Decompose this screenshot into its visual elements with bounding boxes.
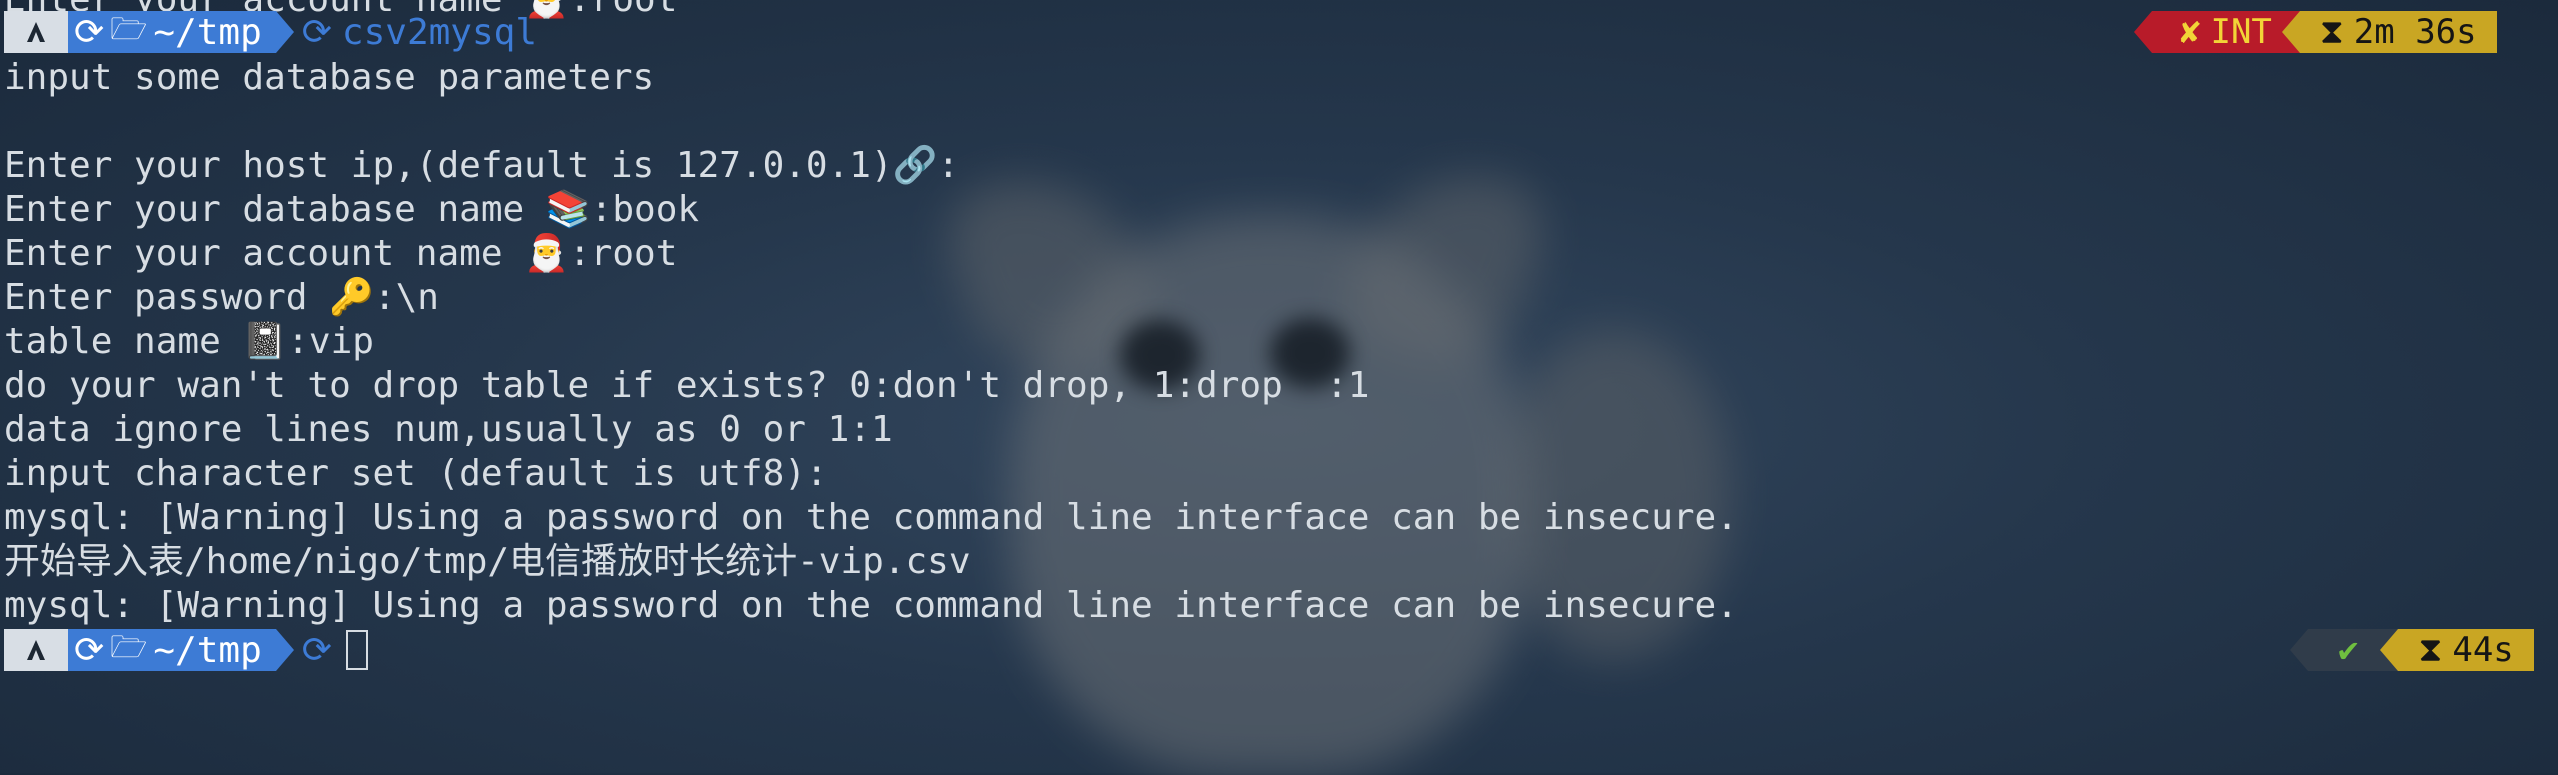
refresh-icon: ⟳ bbox=[74, 11, 105, 53]
error-cross-icon: ✘ bbox=[2180, 12, 2201, 52]
output-line: input character set (default is utf8): bbox=[4, 453, 828, 494]
output-line: Enter your database name 📚:book bbox=[4, 189, 700, 230]
prompt-line-2[interactable]: ⟳ 🗁 ~/tmp ⟳ bbox=[4, 629, 368, 671]
arch-icon bbox=[4, 11, 68, 53]
prompt-command: csv2mysql bbox=[341, 11, 537, 53]
prompt-git-segment: ⟳ bbox=[294, 630, 342, 671]
hourglass-icon: ⧗ bbox=[2418, 630, 2443, 670]
prompt-separator bbox=[2134, 11, 2152, 53]
elapsed-segment: ⧗ 2m 36s bbox=[2299, 11, 2497, 53]
elapsed-segment: ⧗ 44s bbox=[2398, 629, 2534, 671]
refresh-icon: ⟳ bbox=[74, 629, 105, 671]
arch-icon bbox=[4, 629, 68, 671]
sync-icon: ⟳ bbox=[301, 629, 332, 671]
output-line: table name 📓:vip bbox=[4, 321, 374, 362]
prompt-dir: ~/tmp bbox=[153, 11, 262, 53]
output-line: mysql: [Warning] Using a password on the… bbox=[4, 585, 1738, 626]
prompt-separator bbox=[2380, 629, 2399, 671]
elapsed-time: 44s bbox=[2452, 630, 2514, 670]
prompt-separator bbox=[275, 629, 294, 671]
sync-icon: ⟳ bbox=[301, 11, 332, 53]
output-line: input some database parameters bbox=[4, 57, 655, 98]
prompt-dir: ~/tmp bbox=[153, 629, 262, 671]
checkmark-icon: ✔ bbox=[2338, 630, 2359, 670]
output-line: Enter your account name 🎅:root bbox=[4, 233, 678, 274]
prompt-line-1: ⟳ 🗁 ~/tmp ⟳ csv2mysql bbox=[4, 11, 537, 53]
status-error-text: INT bbox=[2210, 12, 2272, 52]
wallpaper-cat-body bbox=[1010, 215, 1530, 775]
elapsed-time: 2m 36s bbox=[2353, 12, 2477, 52]
prompt-git-segment: ⟳ csv2mysql bbox=[294, 12, 537, 53]
prompt-dir-segment: ⟳ 🗁 ~/tmp bbox=[68, 629, 276, 671]
status-error-segment: ✘ INT bbox=[2152, 11, 2300, 53]
prompt-separator bbox=[2290, 629, 2308, 671]
right-prompt-2: ✔ ⧗ 44s bbox=[2290, 629, 2534, 671]
folder-icon: 🗁 bbox=[110, 629, 148, 665]
output-line: do your wan't to drop table if exists? 0… bbox=[4, 365, 1370, 406]
prompt-dir-segment: ⟳ 🗁 ~/tmp bbox=[68, 11, 276, 53]
output-line: data ignore lines num,usually as 0 or 1:… bbox=[4, 409, 893, 450]
right-prompt-1: ✘ INT ⧗ 2m 36s bbox=[2134, 11, 2497, 53]
output-line: Enter your host ip,(default is 127.0.0.1… bbox=[4, 145, 960, 186]
prompt-separator bbox=[275, 11, 294, 53]
text-cursor[interactable] bbox=[345, 630, 368, 670]
hourglass-icon: ⧗ bbox=[2319, 12, 2344, 52]
output-line: 开始导入表/home/nigo/tmp/电信播放时长统计-vip.csv bbox=[4, 541, 971, 582]
output-line: Enter password 🔑:\n bbox=[4, 277, 439, 318]
folder-icon: 🗁 bbox=[110, 11, 148, 47]
prompt-separator bbox=[2281, 11, 2300, 53]
output-line: mysql: [Warning] Using a password on the… bbox=[4, 497, 1738, 538]
